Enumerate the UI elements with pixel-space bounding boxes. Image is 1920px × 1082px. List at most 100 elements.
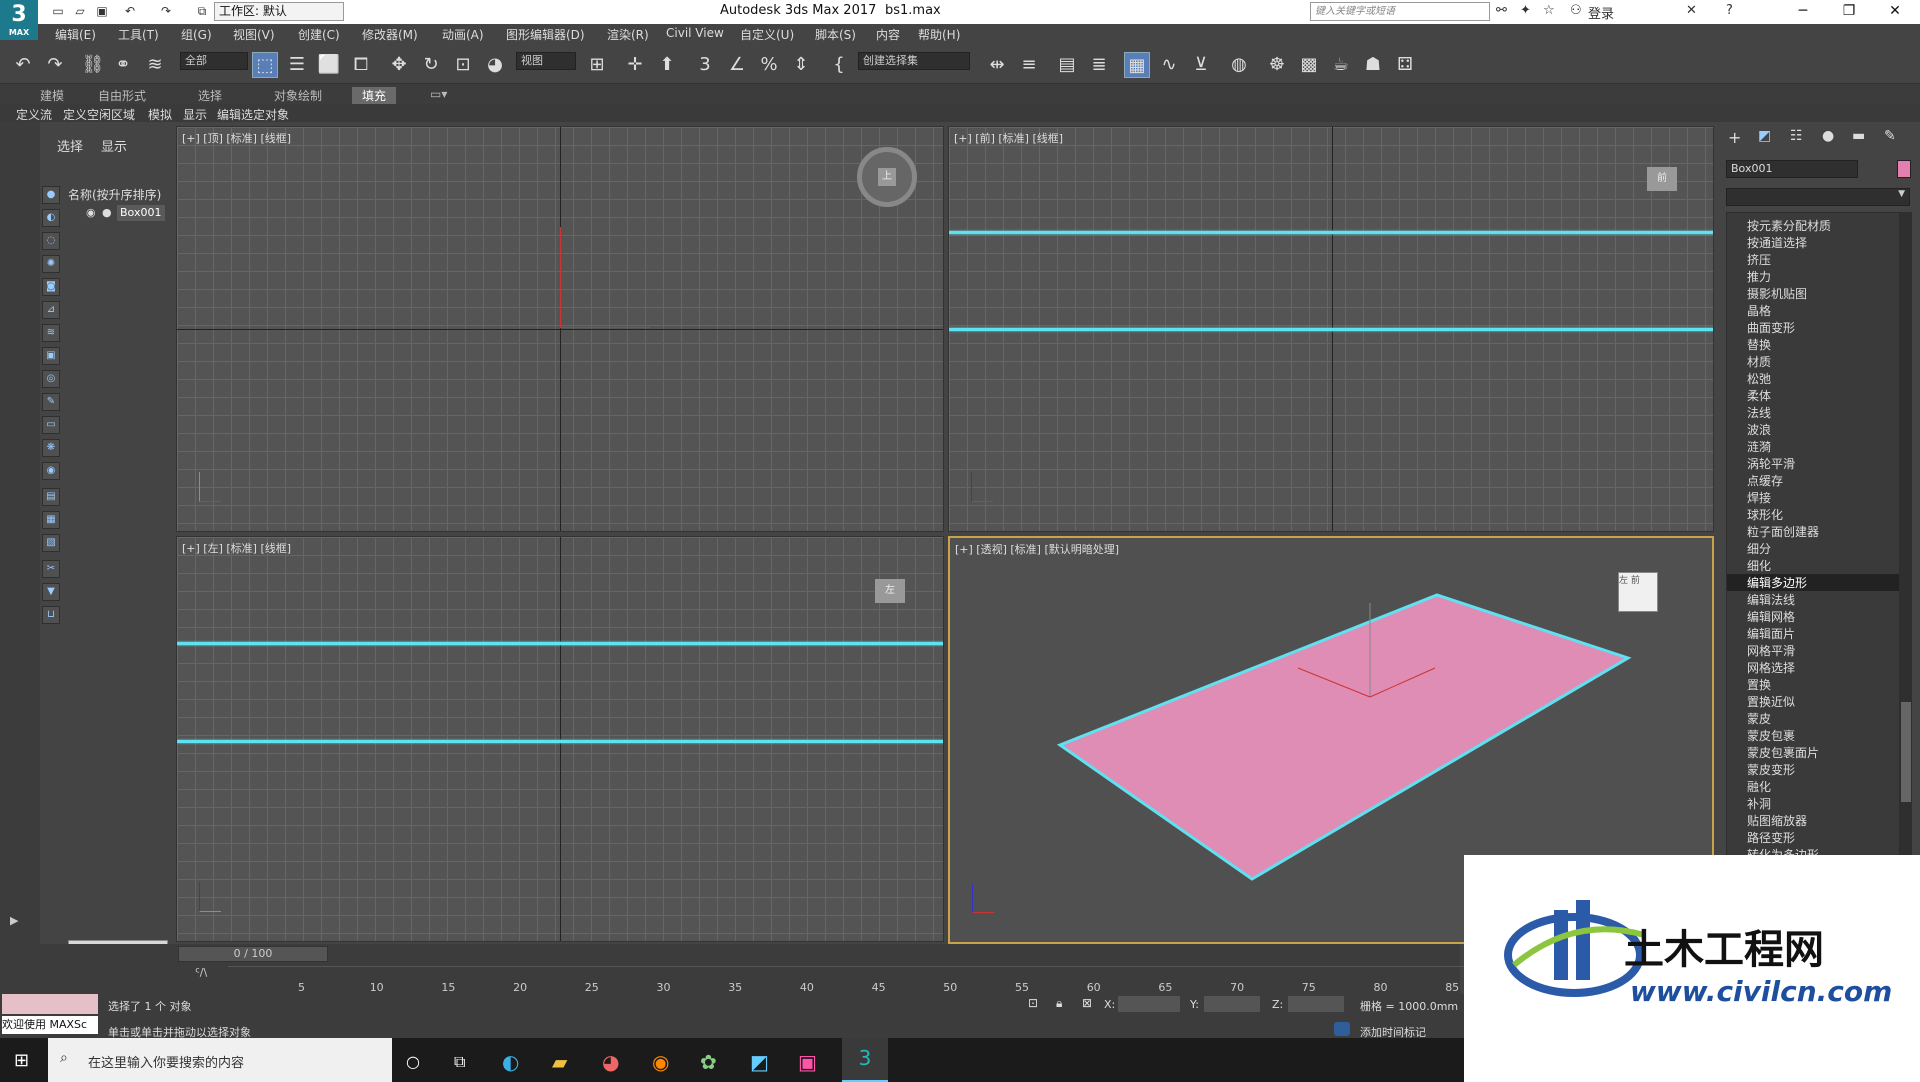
user-icon[interactable]: ⚇ — [1570, 3, 1582, 18]
maxscript-mini-listener[interactable]: 欢迎使用 MAXSc — [2, 1016, 98, 1034]
app-icon-3[interactable]: ◩ — [750, 1050, 769, 1074]
restore-button[interactable]: ❐ — [1826, 0, 1872, 24]
modifier-item[interactable]: 路径变形 — [1747, 829, 1795, 846]
viewport-front[interactable]: [+] [前] [标准] [线框] 前 — [948, 126, 1714, 532]
minimize-button[interactable]: ─ — [1780, 0, 1826, 24]
utilities-tab-icon[interactable]: ✎ — [1884, 128, 1896, 144]
freeze-icon[interactable]: ● — [102, 206, 112, 219]
cortana-icon[interactable]: ○ — [406, 1052, 420, 1071]
spinner-snap-icon[interactable]: ⇕ — [788, 52, 814, 78]
toggle-ribbon-icon[interactable]: ▦ — [1124, 52, 1150, 78]
menu-views[interactable]: 视图(V) — [233, 26, 275, 43]
object-name-field[interactable]: Box001 — [1726, 160, 1858, 178]
3dsmax-taskbar-icon[interactable]: 3 — [842, 1038, 888, 1082]
menu-civil-view[interactable]: Civil View — [666, 26, 724, 40]
login-link[interactable]: 登录 — [1588, 3, 1614, 22]
viewport-left-label[interactable]: [+] [左] [标准] [线框] — [182, 540, 291, 556]
render-production-icon[interactable]: ☕ — [1328, 52, 1354, 78]
display-particles-icon[interactable]: ❋ — [42, 439, 60, 457]
ribbon-define-idle-areas[interactable]: 定义空闲区域 — [63, 106, 135, 123]
modify-tab-icon[interactable]: ◩ — [1758, 128, 1771, 144]
modifier-list-dropdown[interactable]: ▼ — [1726, 188, 1910, 206]
menu-customize[interactable]: 自定义(U) — [740, 26, 794, 43]
modifier-item[interactable]: 材质 — [1747, 353, 1771, 370]
redo-icon[interactable]: ↷ — [158, 3, 174, 19]
modifier-item[interactable]: 蒙皮 — [1747, 710, 1771, 727]
modifier-item[interactable]: 替换 — [1747, 336, 1771, 353]
ribbon-define-flows[interactable]: 定义流 — [16, 106, 52, 123]
named-selection-dropdown[interactable]: 创建选择集 — [858, 52, 970, 70]
favorites-icon[interactable]: ☆ — [1543, 3, 1555, 18]
modifier-item[interactable]: 粒子面创建器 — [1747, 523, 1819, 540]
menu-tools[interactable]: 工具(T) — [118, 26, 159, 43]
mirror-icon[interactable]: ⇹ — [984, 52, 1010, 78]
app-icon-2[interactable]: ✿ — [700, 1050, 717, 1074]
window-crossing-icon[interactable]: ⧠ — [348, 52, 374, 78]
material-editor-icon[interactable]: ◍ — [1226, 52, 1252, 78]
scale-icon[interactable]: ⊡ — [450, 52, 476, 78]
undo-icon[interactable]: ↶ — [10, 52, 36, 78]
menu-group[interactable]: 组(G) — [181, 26, 212, 43]
y-coordinate-field[interactable] — [1204, 996, 1260, 1012]
unlink-icon[interactable]: ⚭ — [110, 52, 136, 78]
modifier-item[interactable]: 网格平滑 — [1747, 642, 1795, 659]
link-icon[interactable]: ⛓ — [80, 52, 106, 78]
menu-content[interactable]: 内容 — [876, 26, 900, 43]
modifier-item[interactable]: 细化 — [1747, 557, 1771, 574]
scrollbar-thumb[interactable] — [1901, 702, 1911, 802]
toggle-layer-explorer-icon[interactable]: ≣ — [1086, 52, 1112, 78]
modifier-item[interactable]: 补洞 — [1747, 795, 1771, 812]
viewcube-front-face[interactable]: 前 — [1631, 576, 1640, 586]
isolate-selection-icon[interactable]: ⊡ — [1028, 996, 1038, 1010]
select-by-name-icon[interactable]: ☰ — [284, 52, 310, 78]
save-icon[interactable]: ▣ — [94, 3, 110, 19]
help-icon[interactable]: ? — [1726, 3, 1733, 18]
find-icon[interactable]: ✂ — [42, 560, 60, 578]
modifier-item[interactable]: 按元素分配材质 — [1747, 217, 1831, 234]
keyboard-shortcut-icon[interactable]: ⬆ — [654, 52, 680, 78]
modifier-item[interactable]: 融化 — [1747, 778, 1771, 795]
modifier-item[interactable]: 编辑面片 — [1747, 625, 1795, 642]
edit-named-selection-icon[interactable]: { — [826, 52, 852, 78]
modifier-item[interactable]: 编辑网格 — [1747, 608, 1795, 625]
modifier-item[interactable]: 贴图缩放器 — [1747, 812, 1807, 829]
snaps-toggle-icon[interactable]: 3 — [692, 52, 718, 78]
maxscript-listener[interactable] — [2, 994, 98, 1014]
z-coordinate-field[interactable] — [1288, 996, 1344, 1012]
align-icon[interactable]: ≡ — [1016, 52, 1042, 78]
display-lights-icon[interactable]: ✺ — [42, 255, 60, 273]
placement-icon[interactable]: ◕ — [482, 52, 508, 78]
open-file-icon[interactable]: ▱ — [72, 3, 88, 19]
menu-rendering[interactable]: 渲染(R) — [607, 26, 649, 43]
modifier-item[interactable]: 点缓存 — [1747, 472, 1783, 489]
modifier-item[interactable]: 推力 — [1747, 268, 1771, 285]
scene-item-box001[interactable]: Box001 — [117, 205, 165, 221]
viewcube-left-face[interactable]: 左 — [1619, 576, 1628, 586]
taskbar-search[interactable]: ⌕ 在这里输入你要搜索的内容 — [48, 1038, 392, 1082]
scene-tab-select[interactable]: 选择 — [57, 136, 83, 155]
ribbon-simulate[interactable]: 模拟 — [148, 106, 172, 123]
modifier-item[interactable]: 蒙皮包裹 — [1747, 727, 1795, 744]
modifier-item[interactable]: 置换近似 — [1747, 693, 1795, 710]
render-iterative-icon[interactable]: ☗ — [1360, 52, 1386, 78]
rendered-frame-icon[interactable]: ▩ — [1296, 52, 1322, 78]
modifier-item[interactable]: 编辑法线 — [1747, 591, 1795, 608]
selection-lock-icon[interactable]: 🔒︎ — [1056, 996, 1062, 1011]
reference-coord-dropdown[interactable]: 视图 — [516, 52, 576, 70]
x-coordinate-field[interactable] — [1118, 996, 1180, 1012]
tab-selection[interactable]: 选择 — [198, 87, 222, 104]
viewport-top[interactable]: [+] [顶] [标准] [线框] 上 — [176, 126, 944, 532]
firefox-icon[interactable]: ◉ — [652, 1050, 669, 1074]
modifier-item[interactable]: 球形化 — [1747, 506, 1783, 523]
mini-curve-icon[interactable]: ᑦ/\ — [195, 966, 207, 979]
modifier-item[interactable]: 涡轮平滑 — [1747, 455, 1795, 472]
menu-help[interactable]: 帮助(H) — [918, 26, 960, 43]
select-object-icon[interactable]: ⬚ — [252, 52, 278, 78]
tab-modeling[interactable]: 建模 — [40, 87, 64, 104]
display-helpers-icon[interactable]: ⊿ — [42, 301, 60, 319]
display-containers-icon[interactable]: ▭ — [42, 416, 60, 434]
time-slider[interactable]: 0 / 100 — [178, 946, 328, 962]
absolute-mode-icon[interactable]: ⊠ — [1082, 996, 1092, 1010]
modifier-item[interactable]: 挤压 — [1747, 251, 1771, 268]
file-explorer-icon[interactable]: ▰ — [552, 1050, 567, 1074]
